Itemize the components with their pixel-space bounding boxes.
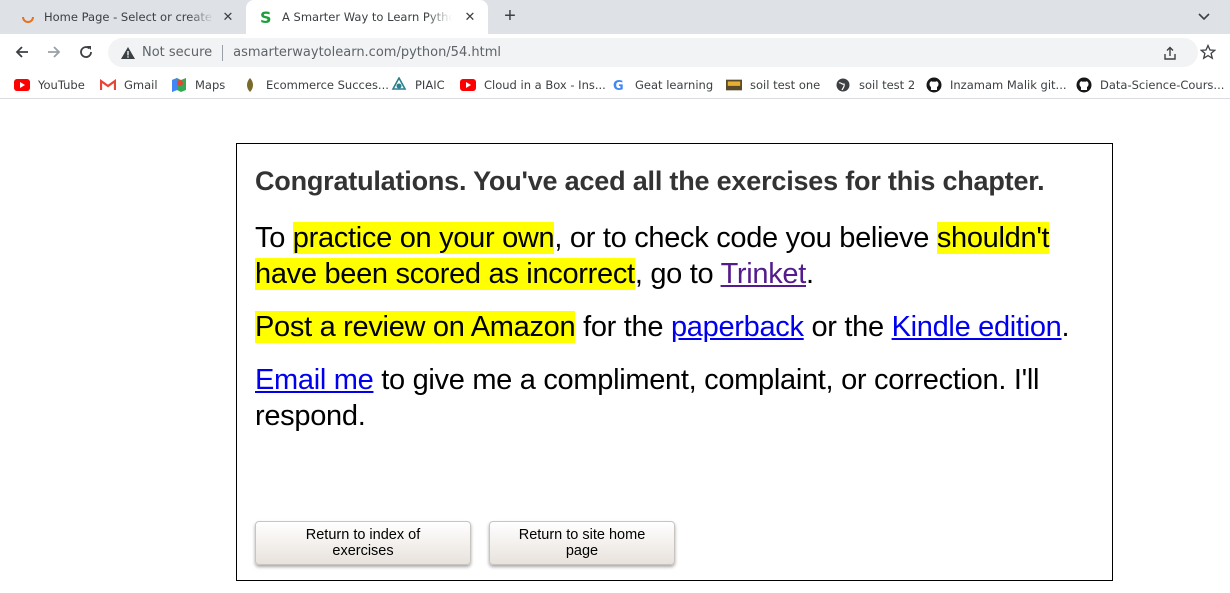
text: for the [575, 311, 671, 343]
bookmark-label: Gmail [124, 78, 158, 92]
forward-button[interactable] [42, 40, 66, 64]
bookmark-star-icon[interactable] [1200, 44, 1216, 60]
trinket-link[interactable]: Trinket [721, 258, 807, 290]
browser-toolbar: Not secure asmarterwaytolearn.com/python… [0, 34, 1230, 71]
globe-icon [835, 77, 851, 93]
bookmark-label: Cloud in a Box - Ins... [484, 78, 606, 92]
text: . [806, 258, 814, 290]
bookmark-inzamam-github[interactable]: Inzamam Malik git... [926, 76, 1067, 94]
highlighted-text: practice on your own [292, 222, 555, 254]
bookmark-maps[interactable]: Maps [171, 76, 225, 94]
return-to-home-button[interactable]: Return to site home page [489, 521, 675, 565]
bookmark-ecommerce[interactable]: Ecommerce Succes... [242, 76, 389, 94]
bookmark-label: soil test 2 [859, 78, 916, 92]
practice-paragraph: To practice on your own, or to check cod… [255, 220, 1094, 292]
close-tab-icon[interactable]: ✕ [220, 9, 236, 25]
bookmark-soil-test-2[interactable]: soil test 2 [835, 76, 915, 94]
text: to give me a compliment, complaint, or c… [255, 364, 1040, 432]
bookmark-label: Maps [195, 78, 226, 92]
tab-smarter-way-python[interactable]: S A Smarter Way to Learn Python - Exerci… [246, 0, 488, 34]
bookmark-cloud-in-a-box[interactable]: Cloud in a Box - Ins... [460, 76, 606, 94]
piaic-icon [391, 77, 407, 93]
omnibox-separator [222, 44, 224, 61]
security-status[interactable]: Not secure [142, 45, 212, 60]
highlighted-text: Post a review on Amazon [255, 311, 576, 343]
back-arrow-icon [15, 46, 28, 58]
github-icon [1076, 77, 1092, 93]
return-to-index-button[interactable]: Return to index of exercises [255, 521, 471, 565]
gmail-icon [100, 77, 116, 93]
back-button[interactable] [10, 40, 34, 64]
bookmark-data-science-course[interactable]: Data-Science-Cours... [1076, 76, 1224, 94]
bookmark-label: Inzamam Malik git... [950, 78, 1067, 92]
bookmark-label: Data-Science-Cours... [1100, 78, 1225, 92]
tab-home-page[interactable]: Home Page - Select or create a note ✕ [8, 0, 246, 34]
tab-title: A Smarter Way to Learn Python - Exercise… [282, 10, 452, 24]
reload-button[interactable] [74, 40, 98, 64]
bookmark-gmail[interactable]: Gmail [100, 76, 158, 94]
close-tab-icon[interactable]: ✕ [462, 9, 478, 25]
text: , go to [634, 258, 721, 290]
chevron-down-icon[interactable] [1196, 8, 1212, 24]
congratulations-panel: Congratulations. You've aced all the exe… [236, 143, 1113, 581]
warning-triangle-icon [121, 46, 135, 59]
tab-title: Home Page - Select or create a note [44, 10, 214, 24]
bookmarks-bar: YouTube Gmail Maps Ecommerce Succes... P… [0, 71, 1230, 99]
svg-text:S: S [260, 9, 272, 25]
review-paragraph: Post a review on Amazon for the paperbac… [255, 309, 1094, 345]
reload-icon [80, 46, 92, 58]
url-text[interactable]: asmarterwaytolearn.com/python/54.html [233, 45, 501, 60]
forward-arrow-icon [48, 46, 61, 58]
maps-icon [171, 77, 187, 93]
s-logo-icon: S [258, 9, 274, 25]
youtube-icon [460, 77, 476, 93]
youtube-icon [14, 77, 30, 93]
bookmark-label: Geat learning [635, 78, 714, 92]
bookmark-geat-learning[interactable]: G Geat learning [611, 76, 713, 94]
text: or the [803, 311, 892, 343]
address-bar[interactable]: Not secure asmarterwaytolearn.com/python… [108, 38, 1198, 67]
kindle-edition-link[interactable]: Kindle edition [892, 311, 1062, 343]
text: . [1061, 311, 1070, 343]
bookmark-label: Ecommerce Succes... [266, 78, 389, 92]
share-icon[interactable] [1162, 45, 1178, 61]
navigation-buttons: Return to index of exercises Return to s… [255, 521, 675, 565]
bookmark-soil-test-one[interactable]: soil test one [726, 76, 820, 94]
new-tab-button[interactable]: + [498, 5, 522, 29]
loading-ring-icon [20, 9, 36, 25]
bookmark-youtube[interactable]: YouTube [14, 76, 85, 94]
text: To [255, 222, 293, 254]
stb-icon [726, 77, 742, 93]
bookmark-label: YouTube [38, 78, 85, 92]
bookmark-piaic[interactable]: PIAIC [391, 76, 445, 94]
google-icon: G [611, 77, 627, 93]
page-heading: Congratulations. You've aced all the exe… [255, 166, 1045, 196]
email-paragraph: Email me to give me a compliment, compla… [255, 362, 1094, 434]
svg-text:G: G [613, 79, 624, 92]
github-icon [926, 77, 942, 93]
paperback-link[interactable]: paperback [671, 311, 804, 343]
text: , or to check code you believe [554, 222, 937, 254]
bookmark-label: PIAIC [415, 78, 445, 92]
bookmark-label: soil test one [750, 78, 821, 92]
email-me-link[interactable]: Email me [255, 364, 374, 396]
tab-strip: Home Page - Select or create a note ✕ S … [0, 0, 1230, 34]
leaf-icon [242, 77, 258, 93]
